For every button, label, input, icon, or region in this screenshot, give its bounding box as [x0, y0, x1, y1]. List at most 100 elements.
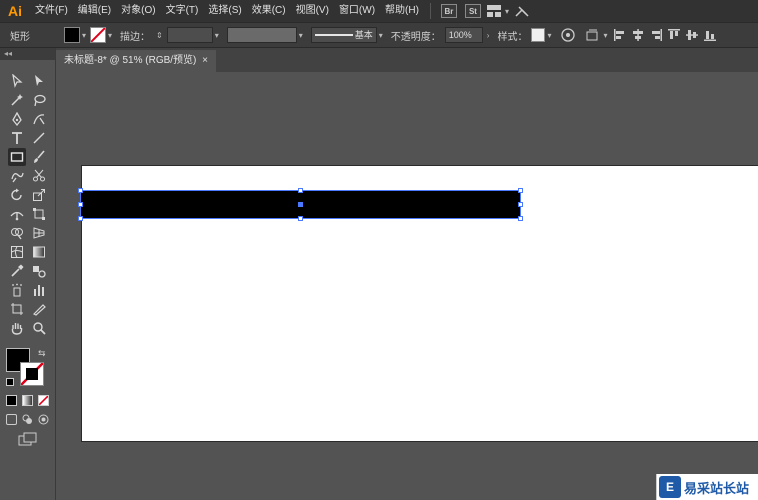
direct-selection-tool-icon[interactable]: [30, 72, 48, 90]
brush-stroke-preview: [314, 34, 353, 36]
selection-center-point: [298, 202, 303, 207]
chevron-down-icon[interactable]: ▾: [505, 7, 509, 16]
selection-handle-bottom-left[interactable]: [78, 216, 83, 221]
selection-handle-top-left[interactable]: [78, 188, 83, 193]
swap-colors-icon[interactable]: ⇆: [38, 348, 46, 359]
align-to-icon[interactable]: [583, 26, 601, 44]
menu-effect[interactable]: 效果(C): [247, 0, 291, 22]
slice-tool-icon[interactable]: [30, 300, 48, 318]
menu-window[interactable]: 窗口(W): [334, 0, 380, 22]
selection-handle-middle-left[interactable]: [78, 202, 83, 207]
chevron-down-icon[interactable]: ▾: [299, 31, 303, 40]
gradient-tool-icon[interactable]: [30, 243, 48, 261]
gpu-performance-icon[interactable]: [513, 2, 531, 20]
rectangle-tool-icon[interactable]: [8, 148, 26, 166]
selection-handle-top-middle[interactable]: [298, 188, 303, 193]
menu-file[interactable]: 文件(F): [30, 0, 73, 22]
menu-bar: Ai 文件(F) 编辑(E) 对象(O) 文字(T) 选择(S) 效果(C) 视…: [0, 0, 758, 22]
align-top-icon[interactable]: [665, 26, 683, 44]
selection-handle-top-right[interactable]: [518, 188, 523, 193]
pen-tool-icon[interactable]: [8, 110, 26, 128]
menu-type[interactable]: 文字(T): [161, 0, 204, 22]
tools-panel: ◂◂ ⇆: [0, 48, 56, 500]
site-watermark: E 易采站长站: [656, 474, 758, 500]
shaper-tool-icon[interactable]: [8, 167, 26, 185]
mesh-tool-icon[interactable]: [8, 243, 26, 261]
graphic-style-swatch[interactable]: [531, 28, 546, 42]
type-tool-icon[interactable]: [8, 129, 26, 147]
scissors-tool-icon[interactable]: [30, 167, 48, 185]
selection-tool-icon[interactable]: [8, 72, 26, 90]
variable-width-profile[interactable]: [226, 27, 297, 43]
arrange-documents-icon[interactable]: [485, 2, 503, 20]
default-colors-icon[interactable]: [6, 378, 14, 386]
app-logo: Ai: [8, 3, 22, 19]
bridge-button[interactable]: Br: [440, 4, 457, 18]
zoom-tool-icon[interactable]: [30, 319, 48, 337]
shape-builder-tool-icon[interactable]: [8, 224, 26, 242]
draw-inside-icon[interactable]: [38, 414, 49, 425]
stepper-icon[interactable]: ⇕: [156, 31, 163, 40]
draw-normal-icon[interactable]: [6, 414, 17, 425]
opacity-field[interactable]: 100%: [444, 27, 483, 43]
chevron-right-icon[interactable]: ›: [487, 31, 490, 40]
rotate-tool-icon[interactable]: [8, 186, 26, 204]
document-tab-title: 未标题-8* @ 51% (RGB/预览): [64, 55, 197, 66]
stock-button[interactable]: St: [464, 4, 481, 18]
selection-handle-bottom-middle[interactable]: [298, 216, 303, 221]
eyedropper-tool-icon[interactable]: [8, 262, 26, 280]
align-right-icon[interactable]: [647, 26, 665, 44]
watermark-logo: E: [659, 476, 681, 498]
draw-behind-icon[interactable]: [22, 414, 33, 425]
lasso-tool-icon[interactable]: [30, 91, 48, 109]
chevron-down-icon[interactable]: ▾: [215, 31, 219, 40]
align-bottom-icon[interactable]: [701, 26, 719, 44]
stroke-weight-field[interactable]: [166, 27, 213, 43]
none-mode-icon[interactable]: [38, 395, 49, 406]
align-middle-icon[interactable]: [683, 26, 701, 44]
align-left-icon[interactable]: [611, 26, 629, 44]
blend-tool-icon[interactable]: [30, 262, 48, 280]
menu-object[interactable]: 对象(O): [116, 0, 160, 22]
chevron-down-icon[interactable]: ▾: [547, 31, 551, 40]
stroke-none-swatch[interactable]: [90, 27, 107, 43]
brush-style-name: 基本: [354, 30, 373, 40]
control-bar: 矩形 ▾ ▾ 描边： ⇕ ▾ ▾ 基本 ▾ 不透明度： 100% › 样式： ▾…: [0, 22, 758, 48]
recolor-artwork-icon[interactable]: [559, 26, 577, 44]
chevron-down-icon[interactable]: ▾: [82, 31, 86, 40]
scale-tool-icon[interactable]: [30, 186, 48, 204]
brush-definition-field[interactable]: 基本: [310, 27, 377, 43]
stroke-swatch[interactable]: [20, 362, 44, 386]
hand-tool-icon[interactable]: [8, 319, 26, 337]
artboard-tool-icon[interactable]: [8, 300, 26, 318]
document-tab[interactable]: 未标题-8* @ 51% (RGB/预览) ×: [56, 50, 216, 72]
menu-view[interactable]: 视图(V): [291, 0, 334, 22]
chevron-down-icon[interactable]: ▾: [379, 31, 383, 40]
chevron-down-icon[interactable]: ▾: [603, 31, 607, 40]
curvature-tool-icon[interactable]: [30, 110, 48, 128]
screen-mode-icon[interactable]: [18, 432, 38, 446]
tools-panel-collapse[interactable]: ◂◂: [0, 48, 55, 60]
fill-color-swatch[interactable]: [64, 27, 80, 43]
close-icon[interactable]: ×: [202, 50, 208, 72]
menu-help[interactable]: 帮助(H): [380, 0, 424, 22]
symbol-sprayer-tool-icon[interactable]: [8, 281, 26, 299]
gradient-mode-icon[interactable]: [22, 395, 33, 406]
perspective-grid-tool-icon[interactable]: [30, 224, 48, 242]
watermark-text: 易采站长站: [684, 481, 750, 497]
menu-select[interactable]: 选择(S): [203, 0, 246, 22]
chevron-down-icon[interactable]: ▾: [108, 31, 112, 40]
paintbrush-tool-icon[interactable]: [30, 148, 48, 166]
menu-edit[interactable]: 编辑(E): [73, 0, 116, 22]
document-tab-bar: 未标题-8* @ 51% (RGB/预览) ×: [56, 48, 758, 72]
color-mode-icon[interactable]: [6, 395, 17, 406]
selection-handle-middle-right[interactable]: [518, 202, 523, 207]
free-transform-tool-icon[interactable]: [30, 205, 48, 223]
magic-wand-tool-icon[interactable]: [8, 91, 26, 109]
line-segment-tool-icon[interactable]: [30, 129, 48, 147]
column-graph-tool-icon[interactable]: [30, 281, 48, 299]
selection-handle-bottom-right[interactable]: [518, 216, 523, 221]
opacity-label: 不透明度：: [390, 31, 441, 43]
width-tool-icon[interactable]: [8, 205, 26, 223]
align-center-icon[interactable]: [629, 26, 647, 44]
